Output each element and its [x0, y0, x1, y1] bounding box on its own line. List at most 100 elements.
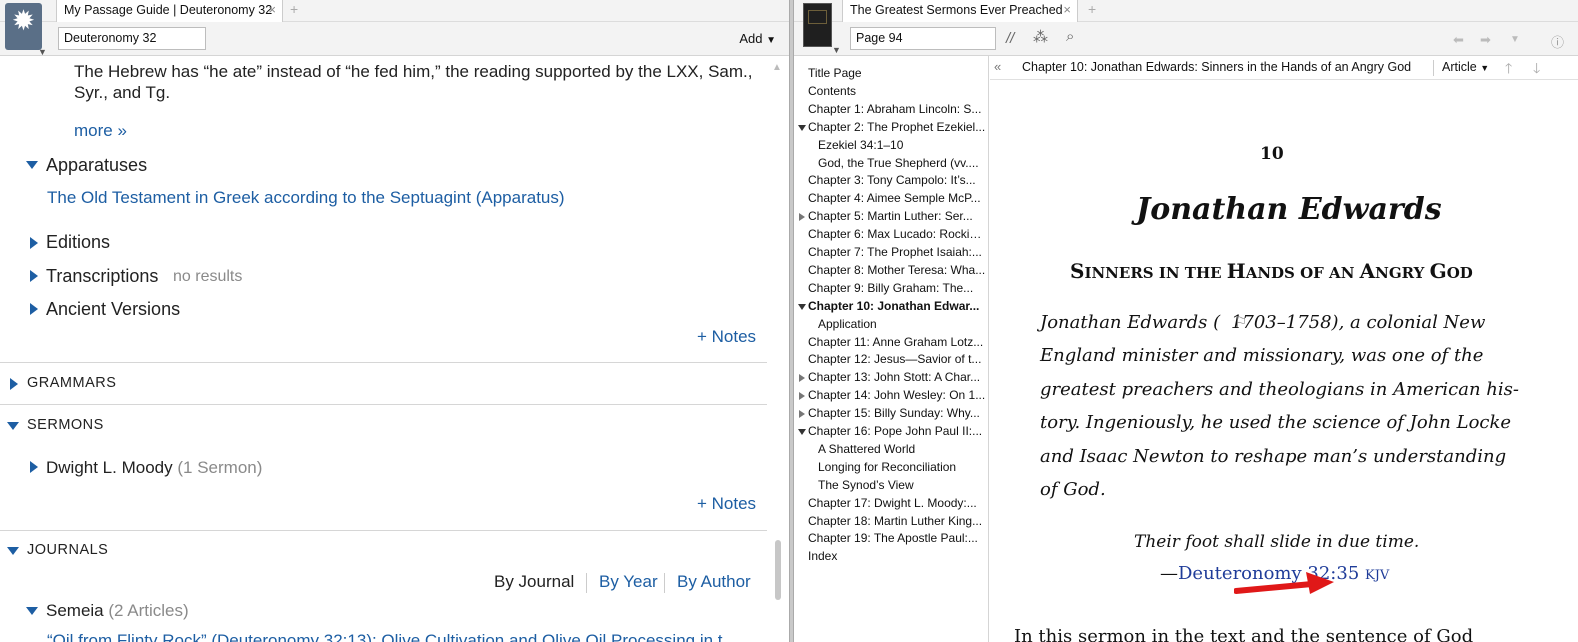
by-author-tab[interactable]: By Author	[677, 572, 751, 592]
toc-item[interactable]: Contents	[808, 84, 986, 98]
chevron-down-icon: ▼	[766, 35, 776, 46]
left-toolbar: Deuteronomy 32 Add ▼	[0, 22, 789, 56]
toc-item[interactable]: Chapter 14: John Wesley: On 1...	[808, 388, 986, 402]
page-input[interactable]: Page 94	[850, 27, 996, 50]
toc-item[interactable]: Chapter 3: Tony Campolo: It’s...	[808, 173, 986, 187]
history-dropdown-icon[interactable]: ▼	[1510, 34, 1520, 45]
toc-item[interactable]: Chapter 17: Dwight L. Moody:...	[808, 496, 986, 510]
toc-item[interactable]: Title Page	[808, 66, 986, 80]
chapter-number: 10	[1260, 144, 1284, 164]
book-cover-icon[interactable]	[803, 3, 832, 47]
expand-icon[interactable]	[799, 392, 805, 401]
forward-arrow-icon[interactable]: ➡	[1480, 32, 1491, 48]
apparatus-link[interactable]: The Old Testament in Greek according to …	[47, 188, 565, 208]
tab-title: The Greatest Sermons Ever Preached	[850, 3, 1063, 17]
toc-item[interactable]: Chapter 10: Jonathan Edwar...	[808, 299, 986, 313]
toc-item[interactable]: Chapter 7: The Prophet Isaiah:...	[808, 245, 986, 259]
next-article-icon[interactable]: 🡓	[1533, 58, 1540, 82]
expand-icon[interactable]	[799, 374, 805, 383]
toc-item[interactable]: A Shattered World	[818, 442, 986, 456]
guide-content: ▲ The Hebrew has “he ate” instead of “he…	[0, 56, 789, 642]
back-arrow-icon[interactable]: ⬅	[1453, 32, 1464, 48]
apparatuses-heading[interactable]: Apparatuses	[46, 155, 147, 176]
close-tab-icon[interactable]: ×	[1063, 0, 1071, 20]
toc-item[interactable]: Chapter 9: Billy Graham: The...	[808, 281, 986, 295]
journal-name: Semeia	[46, 601, 104, 620]
info-icon[interactable]: ⓘ	[1551, 32, 1564, 51]
separator	[586, 573, 587, 593]
expand-icon[interactable]	[799, 213, 805, 222]
toc-item[interactable]: Chapter 6: Max Lucado: Rockin...	[808, 227, 986, 241]
journal-semeia[interactable]: Semeia (2 Articles)	[46, 601, 189, 621]
toc-item[interactable]: Chapter 16: Pope John Paul II:...	[808, 424, 986, 438]
toc-item[interactable]: Chapter 15: Billy Sunday: Why...	[808, 406, 986, 420]
grammars-section[interactable]: GRAMMARS	[27, 375, 116, 391]
chevron-down-icon[interactable]: ▼	[832, 45, 841, 55]
toc-item[interactable]: Index	[808, 549, 986, 563]
collapse-icon[interactable]	[7, 422, 19, 430]
toc-item[interactable]: Chapter 19: The Apostle Paul:...	[808, 531, 986, 545]
ancient-versions-heading[interactable]: Ancient Versions	[46, 299, 180, 320]
sermon-author[interactable]: Dwight L. Moody (1 Sermon)	[46, 458, 262, 478]
toc-item[interactable]: Chapter 4: Aimee Semple McP...	[808, 191, 986, 205]
add-button[interactable]: Add ▼	[739, 31, 776, 46]
add-notes-button[interactable]: + Notes	[697, 327, 756, 347]
article-link[interactable]: “Oil from Flinty Rock” (Deuteronomy 32:1…	[47, 631, 723, 642]
epigraph: Their foot shall slide in due time.	[1134, 532, 1420, 552]
scrollbar[interactable]: ▲	[772, 62, 782, 622]
expand-icon[interactable]	[30, 237, 38, 249]
toc-item[interactable]: God, the True Shepherd (vv....	[818, 156, 986, 170]
panel-menu-button[interactable]: ✹ ▼	[5, 3, 47, 57]
parallel-resources-icon[interactable]: //	[1006, 30, 1014, 47]
journals-section[interactable]: JOURNALS	[27, 542, 108, 558]
article-menu[interactable]: Article ▼	[1442, 60, 1489, 74]
expand-icon[interactable]	[10, 378, 18, 390]
tab-greatest-sermons[interactable]: The Greatest Sermons Ever Preached ×	[842, 0, 1078, 22]
scroll-up-icon[interactable]: ▲	[772, 62, 782, 73]
scrollbar-thumb[interactable]	[775, 540, 781, 600]
editions-heading[interactable]: Editions	[46, 232, 110, 253]
toc-item[interactable]: Longing for Reconciliation	[818, 460, 986, 474]
by-journal-tab[interactable]: By Journal	[494, 572, 574, 592]
collapse-icon[interactable]	[7, 547, 19, 555]
toc-item[interactable]: The Synod’s View	[818, 478, 986, 492]
close-tab-icon[interactable]: ×	[268, 0, 276, 20]
toc-item[interactable]: Chapter 11: Anne Graham Lotz...	[808, 335, 986, 349]
people-icon[interactable]: ⁂	[1033, 28, 1048, 46]
red-arrow-annotation	[1234, 572, 1334, 594]
expand-icon[interactable]	[30, 270, 38, 282]
toc-item[interactable]: Chapter 1: Abraham Lincoln: S...	[808, 102, 986, 116]
toc-item[interactable]: Chapter 2: The Prophet Ezekiel...	[808, 120, 986, 134]
version-label[interactable]: KJV	[1365, 568, 1389, 583]
bio-line: England minister and missionary, was one…	[1040, 345, 1484, 367]
toc-item[interactable]: Chapter 8: Mother Teresa: Wha...	[808, 263, 986, 277]
toc-item[interactable]: Chapter 12: Jesus—Savior of t...	[808, 352, 986, 366]
by-year-tab[interactable]: By Year	[599, 572, 658, 592]
transcriptions-heading[interactable]: Transcriptions	[46, 266, 158, 287]
collapse-icon[interactable]	[26, 161, 38, 169]
collapse-toc-icon[interactable]: «	[994, 59, 1001, 74]
more-link[interactable]: more »	[74, 121, 127, 141]
expand-icon[interactable]	[30, 303, 38, 315]
add-notes-button[interactable]: + Notes	[697, 494, 756, 514]
toc-item[interactable]: Chapter 18: Martin Luther King...	[808, 514, 986, 528]
sermons-section[interactable]: SERMONS	[27, 417, 104, 433]
collapse-icon[interactable]	[798, 303, 806, 310]
previous-article-icon[interactable]: 🡑	[1505, 58, 1512, 82]
reference-input[interactable]: Deuteronomy 32	[58, 27, 206, 50]
collapse-icon[interactable]	[798, 429, 806, 435]
expand-icon[interactable]	[30, 461, 38, 473]
search-icon[interactable]: ⌕	[1066, 28, 1074, 45]
expand-icon[interactable]	[799, 410, 805, 419]
toc-item[interactable]: Application	[818, 317, 986, 331]
toc-item[interactable]: Chapter 5: Martin Luther: Ser...	[808, 209, 986, 223]
toc-item[interactable]: Ezekiel 34:1–10	[818, 138, 986, 152]
collapse-icon[interactable]	[26, 607, 38, 615]
new-tab-icon[interactable]: +	[1088, 1, 1096, 17]
tab-passage-guide[interactable]: My Passage Guide | Deuteronomy 32 ×	[56, 0, 283, 22]
new-tab-icon[interactable]: +	[290, 1, 298, 17]
left-tab-bar: My Passage Guide | Deuteronomy 32 × +	[0, 0, 789, 22]
collapse-icon[interactable]	[798, 124, 806, 131]
flag-icon[interactable]: ⚐	[1234, 313, 1247, 331]
toc-item[interactable]: Chapter 13: John Stott: A Char...	[808, 370, 986, 384]
